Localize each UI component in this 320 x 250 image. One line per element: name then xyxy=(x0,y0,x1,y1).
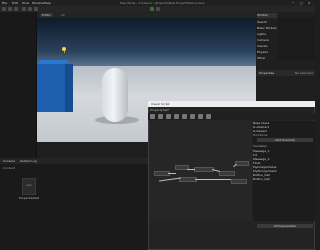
paste-icon[interactable] xyxy=(190,114,195,119)
maximize-icon[interactable]: □ xyxy=(300,1,303,5)
copy-icon[interactable] xyxy=(182,114,187,119)
tab-console[interactable]: Console xyxy=(3,159,15,163)
scale-icon[interactable] xyxy=(34,7,38,11)
variable-row[interactable]: Button_ball xyxy=(253,177,315,181)
search-icon[interactable] xyxy=(206,114,211,119)
graph-node[interactable] xyxy=(219,171,235,176)
scene-tree-panel xyxy=(0,12,37,158)
selection-status: No selected xyxy=(295,71,313,75)
rotate-icon[interactable] xyxy=(28,7,32,11)
toolbox-tab-toolbar[interactable]: Toolbar xyxy=(257,13,277,18)
close-icon[interactable]: ✕ xyxy=(308,1,311,5)
toolbox-tab-other[interactable]: Other xyxy=(257,56,277,61)
tab-editor[interactable]: Editor xyxy=(40,13,53,17)
undo-icon[interactable] xyxy=(8,7,12,11)
redo-icon[interactable] xyxy=(166,114,171,119)
capsule-model[interactable] xyxy=(102,68,128,122)
graph-wire xyxy=(159,177,181,182)
toolbox-tab-basic-models[interactable]: Basic Models xyxy=(257,26,277,31)
window-title: Play Mode - C:\Users\...\Projects\New Pr… xyxy=(120,1,205,5)
visual-script-subtitle: PropertySet* xyxy=(150,108,170,112)
toolbox-tab-search[interactable]: Search xyxy=(257,20,277,25)
node-graph-canvas[interactable] xyxy=(149,121,252,221)
graph-wire xyxy=(187,169,195,170)
delete-icon[interactable] xyxy=(198,114,203,119)
menu-edit[interactable]: Edit xyxy=(12,1,18,5)
add-parameter-button[interactable]: Add parameter xyxy=(257,224,313,228)
light-bulb-icon[interactable] xyxy=(62,47,66,51)
visual-script-titlebar[interactable]: Visual Script xyxy=(148,101,315,107)
add-override-button[interactable]: Add Override xyxy=(257,138,313,142)
bottom-tabbar: Console Output Log xyxy=(0,158,150,164)
graph-wire xyxy=(195,179,231,180)
graph-node[interactable] xyxy=(235,161,249,166)
toolbox-tab-lights[interactable]: Lights xyxy=(257,32,277,37)
properties-header: Properties No selected xyxy=(257,70,315,76)
menu-tools[interactable]: Tools xyxy=(22,1,29,5)
graph-node[interactable] xyxy=(231,179,247,184)
visual-script-title: Visual Script xyxy=(151,102,170,106)
graph-wire xyxy=(168,173,176,174)
toolbox-tab-physics[interactable]: Physics xyxy=(257,50,277,55)
pause-icon[interactable] xyxy=(156,7,160,11)
content-breadcrumb[interactable]: Content xyxy=(3,166,15,170)
section-variables: Variables xyxy=(253,144,267,148)
save-icon[interactable] xyxy=(2,7,6,11)
asset-label: PropertiesSet xyxy=(19,196,40,200)
undo-icon[interactable] xyxy=(158,114,163,119)
script-icon: </> xyxy=(26,183,33,187)
save-icon[interactable] xyxy=(150,114,155,119)
visual-script-details: Base Class Is Abstract Is Sealed Functio… xyxy=(253,121,315,221)
play-icon[interactable] xyxy=(150,7,154,11)
visual-script-toolbar xyxy=(148,113,315,120)
menu-window[interactable]: Window xyxy=(32,1,44,5)
cut-icon[interactable] xyxy=(174,114,179,119)
minimize-icon[interactable]: ─ xyxy=(292,1,294,5)
sky xyxy=(37,18,256,66)
toolbox-tab-visuals[interactable]: Visuals xyxy=(257,44,277,49)
tab-output-log[interactable]: Output Log xyxy=(20,159,37,163)
toolbox-tab-camera[interactable]: Camera xyxy=(257,38,277,43)
properties-title: Properties xyxy=(259,71,275,75)
asset-thumbnail[interactable]: </> xyxy=(22,178,36,195)
toolbox-items-list xyxy=(278,18,315,60)
menu-file[interactable]: File xyxy=(2,1,7,5)
redo-icon[interactable] xyxy=(14,7,18,11)
shading-mode[interactable]: Lit xyxy=(61,13,65,17)
content-browser xyxy=(0,158,150,250)
move-icon[interactable] xyxy=(22,7,26,11)
section-functions: Functions xyxy=(253,133,268,137)
cube-side-face xyxy=(65,64,73,112)
menu-help[interactable]: Help xyxy=(44,1,51,5)
